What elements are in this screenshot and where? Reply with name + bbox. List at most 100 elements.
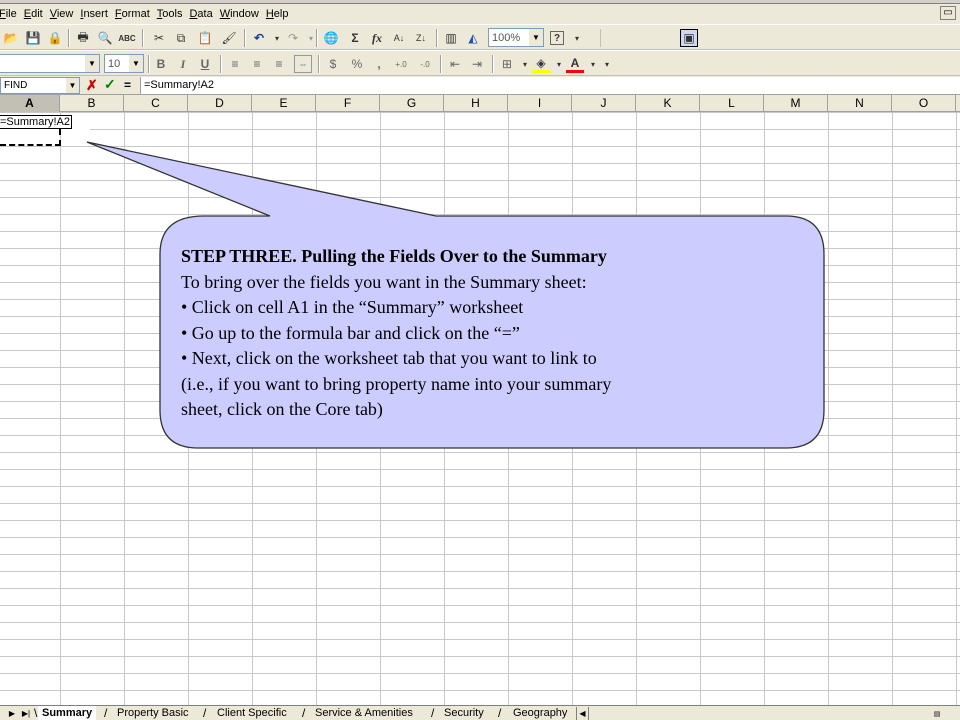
document-close-button[interactable]: ▭	[940, 6, 956, 20]
column-header-m[interactable]: M	[764, 95, 828, 112]
sheet-tab-security[interactable]: Security	[440, 706, 488, 720]
save-icon[interactable]: 💾	[24, 29, 42, 47]
sheet-tab-client-specific[interactable]: Client Specific	[213, 706, 291, 720]
copy-icon[interactable]: ⧉	[172, 29, 190, 47]
font-color-icon[interactable]: A	[566, 55, 584, 73]
increase-indent-icon[interactable]: ⇥	[468, 55, 486, 73]
menu-data[interactable]: Data	[186, 8, 216, 20]
hyperlink-icon[interactable]: 🌐	[322, 29, 340, 47]
callout-line: To bring over the fields you want in the…	[181, 271, 587, 292]
chevron-down-icon: ▼	[129, 55, 143, 72]
fill-color-icon[interactable]: ◈	[532, 55, 550, 73]
column-header-l[interactable]: L	[700, 95, 764, 112]
currency-icon[interactable]: $	[324, 55, 342, 73]
menu-file[interactable]: File	[0, 8, 21, 20]
toolbar-empty-area	[600, 29, 670, 47]
toolbar-separator	[440, 55, 442, 73]
cancel-icon[interactable]: ✗	[86, 77, 98, 94]
spelling-icon[interactable]: ABC	[118, 29, 136, 47]
column-header-n[interactable]: N	[828, 95, 892, 112]
align-right-icon[interactable]: ≡	[270, 55, 288, 73]
redo-icon[interactable]: ↷	[284, 29, 302, 47]
menu-view[interactable]: View	[47, 8, 78, 20]
font-name-select[interactable]: ▼	[0, 54, 100, 73]
column-header-e[interactable]: E	[252, 95, 316, 112]
open-icon[interactable]: 📂	[2, 29, 20, 47]
format-painter-icon[interactable]: 🖌	[220, 29, 238, 47]
sort-ascending-icon[interactable]: A↓	[390, 29, 408, 47]
decrease-decimal-icon[interactable]: -.0	[416, 55, 434, 73]
increase-decimal-icon[interactable]: +.0	[392, 55, 410, 73]
toolbar-separator	[318, 55, 320, 73]
paste-icon[interactable]: 📋	[196, 29, 214, 47]
menu-window[interactable]: Window	[217, 8, 263, 20]
tab-scroll-prev-icon[interactable]: ▶	[6, 707, 18, 720]
edit-formula-button[interactable]: =	[124, 78, 131, 92]
drawing-icon[interactable]: ◭	[464, 29, 482, 47]
menu-help[interactable]: Help	[263, 8, 293, 20]
horizontal-scrollbar[interactable]: ▤	[588, 707, 960, 720]
permission-icon[interactable]: 🔒	[46, 29, 64, 47]
scroll-left-icon[interactable]: ◀	[576, 707, 588, 720]
percent-icon[interactable]: %	[348, 55, 366, 73]
function-icon[interactable]: fx	[368, 29, 386, 47]
column-headers: A B C D E F G H I J K L M N O	[0, 95, 960, 112]
font-size-select[interactable]: 10 ▼	[104, 54, 144, 73]
zoom-value: 100%	[492, 31, 521, 44]
autosum-icon[interactable]: Σ	[346, 29, 364, 47]
formula-input[interactable]: =Summary!A2	[140, 77, 960, 94]
sheet-tab-geography[interactable]: Geography	[509, 706, 571, 720]
toolbar-window-icon[interactable]: ▣	[680, 29, 698, 47]
sort-descending-icon[interactable]: Z↓	[412, 29, 430, 47]
scroll-thumb[interactable]: ▤	[929, 707, 945, 720]
sheet-tab-bar: ▶ ▶| \ Summary / Property Basic / Client…	[0, 705, 960, 720]
align-center-icon[interactable]: ≡	[248, 55, 266, 73]
toolbar-options-icon[interactable]: ▾	[568, 29, 586, 47]
sheet-tab-property-basic[interactable]: Property Basic	[113, 706, 193, 720]
menu-edit[interactable]: Edit	[21, 8, 47, 20]
column-header-j[interactable]: J	[572, 95, 636, 112]
menu-tools[interactable]: Tools	[154, 8, 187, 20]
print-preview-icon[interactable]: 🔍	[96, 29, 114, 47]
comma-style-icon[interactable]: ,	[370, 55, 388, 73]
merge-center-icon[interactable]: ⇔	[294, 55, 312, 73]
menu-format[interactable]: Format	[112, 8, 154, 20]
column-header-d[interactable]: D	[188, 95, 252, 112]
column-header-b[interactable]: B	[60, 95, 124, 112]
menu-insert[interactable]: Insert	[77, 8, 112, 20]
chevron-down-icon[interactable]: ▼	[66, 78, 79, 93]
column-header-f[interactable]: F	[316, 95, 380, 112]
undo-icon[interactable]: ↶	[250, 29, 268, 47]
column-header-i[interactable]: I	[508, 95, 572, 112]
cut-icon[interactable]: ✂	[150, 29, 168, 47]
column-header-a[interactable]: A	[0, 95, 60, 112]
callout-bullet: • Click on cell A1 in the “Summary” work…	[181, 297, 524, 317]
sheet-tab-service-amenities[interactable]: Service & Amenities	[311, 706, 417, 720]
italic-button[interactable]: I	[174, 55, 192, 73]
column-header-c[interactable]: C	[124, 95, 188, 112]
help-icon[interactable]: ?	[550, 31, 564, 45]
toolbar-options-icon[interactable]: ▾	[598, 55, 616, 73]
column-header-o[interactable]: O	[892, 95, 956, 112]
column-header-h[interactable]: H	[444, 95, 508, 112]
column-header-k[interactable]: K	[636, 95, 700, 112]
chart-wizard-icon[interactable]: ▥	[442, 29, 460, 47]
formatting-toolbar: ▼ 10 ▼ B I U ≡ ≡ ≡ ⇔ $ % , +.0 -.0 ⇤ ⇥ ⊞…	[0, 50, 960, 76]
toolbar-separator	[142, 29, 144, 47]
cell-a1-value: =Summary!A2	[0, 115, 72, 129]
align-left-icon[interactable]: ≡	[226, 55, 244, 73]
decrease-indent-icon[interactable]: ⇤	[446, 55, 464, 73]
sheet-tab-summary[interactable]: Summary	[38, 706, 97, 720]
name-box[interactable]: FIND ▼	[0, 77, 80, 94]
column-header-g[interactable]: G	[380, 95, 444, 112]
enter-icon[interactable]: ✓	[104, 76, 116, 93]
tab-divider: /	[104, 706, 108, 720]
zoom-select[interactable]: 100% ▼	[488, 28, 544, 47]
callout-text: STEP THREE. Pulling the Fields Over to t…	[181, 244, 801, 423]
print-icon[interactable]: 🖶	[74, 29, 92, 47]
underline-button[interactable]: U	[196, 55, 214, 73]
bold-button[interactable]: B	[152, 55, 170, 73]
borders-icon[interactable]: ⊞	[498, 55, 516, 73]
standard-toolbar: 📂 💾 🔒 🖶 🔍 ABC ✂ ⧉ 📋 🖌 ↶ ▾ ↷ ▾ 🌐 Σ fx A↓ …	[0, 24, 960, 50]
tab-scroll-last-icon[interactable]: ▶|	[20, 707, 32, 720]
